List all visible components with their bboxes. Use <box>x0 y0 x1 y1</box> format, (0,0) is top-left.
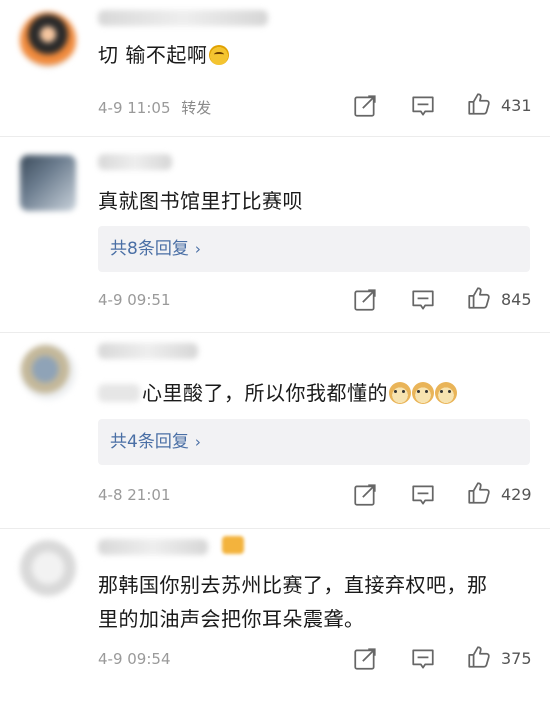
smile-emoji-icon <box>209 45 230 65</box>
username-blurred[interactable] <box>98 154 172 170</box>
comment-text-line: 那韩国你别去苏州比赛了，直接弃权吧，那 <box>98 573 488 597</box>
doge-emoji-icon <box>412 382 434 404</box>
chevron-right-icon: › <box>194 240 201 258</box>
comment-icon[interactable] <box>410 93 436 119</box>
like-count: 429 <box>501 485 532 504</box>
thumbs-up-icon[interactable] <box>466 91 492 117</box>
replies-count-label: 共8条回复 <box>110 239 189 259</box>
comment-date: 4-9 09:54 <box>98 650 171 668</box>
username-blurred[interactable] <box>98 539 208 555</box>
comment-date: 4-9 11:05 <box>98 99 171 117</box>
comment-text-content: 切 输不起啊 <box>98 43 208 67</box>
username-blurred[interactable] <box>98 343 198 359</box>
view-replies-button[interactable]: 共8条回复 › <box>98 226 530 272</box>
thumbs-up-icon[interactable] <box>466 480 492 506</box>
comment-date: 4-8 21:01 <box>98 486 171 504</box>
username-blurred[interactable] <box>98 10 268 26</box>
comment-date: 4-9 09:51 <box>98 291 171 309</box>
comment-icon[interactable] <box>410 646 436 672</box>
view-replies-button[interactable]: 共4条回复 › <box>98 419 530 465</box>
comment-text: 真就图书馆里打比赛呗 <box>98 184 538 218</box>
vip-badge-icon <box>222 536 244 554</box>
divider <box>0 528 550 529</box>
comment-meta: 4-9 11:05 转发 <box>98 97 211 118</box>
like-count: 845 <box>501 290 532 309</box>
comment-text: 心里酸了，所以你我都懂的 <box>98 376 538 410</box>
comment-text-content: 真就图书馆里打比赛呗 <box>98 189 303 213</box>
avatar[interactable] <box>20 540 76 596</box>
comment-icon[interactable] <box>410 482 436 508</box>
like-count: 375 <box>501 649 532 668</box>
comment-text-line: 里的加油声会把你耳朵震聋。 <box>98 607 365 631</box>
comment-meta: 4-9 09:54 <box>98 650 171 668</box>
doge-emoji-icon <box>389 382 411 404</box>
share-icon[interactable] <box>352 93 378 119</box>
avatar[interactable] <box>20 344 76 400</box>
share-icon[interactable] <box>352 482 378 508</box>
share-icon[interactable] <box>352 646 378 672</box>
share-icon[interactable] <box>352 287 378 313</box>
comment-icon[interactable] <box>410 287 436 313</box>
divider <box>0 332 550 333</box>
thumbs-up-icon[interactable] <box>466 644 492 670</box>
comment-meta: 4-8 21:01 <box>98 486 171 504</box>
divider <box>0 136 550 137</box>
forward-link[interactable]: 转发 <box>181 99 211 117</box>
comment-meta: 4-9 09:51 <box>98 291 171 309</box>
thumbs-up-icon[interactable] <box>466 285 492 311</box>
doge-emoji-icon <box>435 382 457 404</box>
chevron-right-icon: › <box>194 433 201 451</box>
comment-text-content: 心里酸了，所以你我都懂的 <box>142 381 388 405</box>
comment-text: 那韩国你别去苏州比赛了，直接弃权吧，那 里的加油声会把你耳朵震聋。 <box>98 568 538 636</box>
like-count: 431 <box>501 96 532 115</box>
comment-text: 切 输不起啊 <box>98 38 538 72</box>
replies-count-label: 共4条回复 <box>110 432 189 452</box>
mention-blurred <box>98 384 140 402</box>
avatar[interactable] <box>20 12 76 68</box>
avatar[interactable] <box>20 155 76 211</box>
